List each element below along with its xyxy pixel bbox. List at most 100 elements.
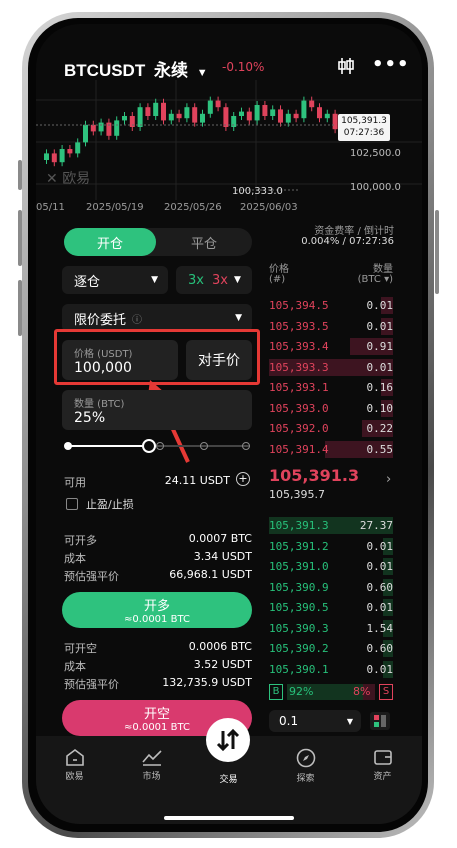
ask-row[interactable]: 105,393.3 0.01 [269,358,393,378]
row-qty: 0.55 [366,442,394,456]
nav-market[interactable]: 市场 [113,736,190,796]
bid-row[interactable]: 105,391.2 0.01 [269,537,393,557]
candle-body [207,100,213,114]
nav-home[interactable]: 欧易 [36,736,113,796]
precision-select[interactable]: 0.1 ▼ [269,710,361,732]
short-cost-value: 3.52 USDT [193,658,252,671]
candle-body [137,107,143,127]
order-type-select[interactable]: 限价委托 ⓘ ▼ [62,304,252,332]
buy-ratio-badge: B [269,684,283,700]
ask-row[interactable]: 105,393.4 0.91 [269,337,393,357]
bid-row[interactable]: 105,390.5 0.01 [269,598,393,618]
slider-tick-0 [64,442,72,450]
leverage-short: 3x [211,272,228,288]
add-funds-icon[interactable]: + [236,472,250,486]
highlight-box [54,329,260,385]
ask-row[interactable]: 105,393.5 0.01 [269,317,393,337]
candle-body [309,100,315,108]
tpsl-checkbox[interactable] [66,498,78,510]
row-qty: 0.60 [366,580,394,594]
home-indicator [164,816,294,820]
bid-row[interactable]: 105,390.1 0.01 [269,660,393,680]
candle-body [98,122,104,132]
candle-body [262,105,268,116]
phone-volume-up [18,210,22,266]
ask-row[interactable]: 105,391.4 0.55 [269,440,393,460]
long-liq-value: 66,968.1 USDT [169,568,252,581]
slider-tick-100 [242,442,250,450]
price-chart[interactable]: 105,391.3 07:27:36 102,500.0 100,000.0 1… [36,80,422,214]
row-price: 105,390.1 [269,662,329,676]
candle-body [215,100,221,108]
margin-mode-value: 逐仓 [74,274,101,290]
tpsl-label: 止盈/止损 [86,498,134,511]
long-liq-label: 预估强平价 [64,570,119,583]
trade-arrows-icon [206,718,250,762]
row-price: 105,390.5 [269,601,329,614]
candle-body [184,107,190,119]
wallet-icon [373,750,392,765]
candle-body [51,153,57,163]
leverage-select[interactable]: 3x 3x ▼ [176,266,252,294]
contract-type: 永续 [153,61,188,80]
ob-col-price: 价格 [269,264,289,275]
nav-home-label: 欧易 [65,772,84,782]
bid-row[interactable]: 105,390.2 0.60 [269,639,393,659]
bid-row[interactable]: 105,391.0 0.01 [269,557,393,577]
candle-body [324,113,330,119]
row-qty: 0.01 [366,601,394,614]
candle-body [145,107,151,116]
open-long-button[interactable]: 开多 ≈0.0001 BTC [62,592,252,628]
tab-open[interactable]: 开仓 [64,228,156,256]
orderbook-layout-icon[interactable] [370,712,390,730]
leverage-long: 3x [188,272,204,288]
chevron-down-icon: ▼ [235,313,242,323]
bid-row[interactable]: 105,390.3 1.54 [269,619,393,639]
ask-row[interactable]: 105,392.0 0.22 [269,419,393,439]
chevron-down-icon: ▼ [346,716,353,726]
candle-body [317,107,322,119]
row-qty: 0.10 [366,401,394,415]
nav-assets[interactable]: 资产 [344,736,421,796]
chevron-right-icon[interactable]: › [386,472,391,487]
quantity-input[interactable]: 数量 (BTC) 25% [62,390,252,430]
buy-sell-ratio: B 92% 8% S [269,684,393,700]
nav-trade[interactable]: 交易 [190,718,267,796]
more-dots-icon[interactable]: ••• [372,54,410,75]
pair-selector[interactable]: BTCUSDT 永续 ▼ [64,56,208,81]
open-long-sub: ≈0.0001 BTC [124,614,190,625]
last-price-tag-time: 07:27:36 [343,128,385,138]
nav-explore[interactable]: 探索 [267,736,344,796]
info-icon[interactable]: ⓘ [132,311,142,326]
bid-row[interactable]: 105,391.3 27.37 [269,516,393,536]
quantity-value: 25% [74,410,106,426]
row-price: 105,391.4 [269,442,329,456]
row-price: 105,391.3 [269,519,329,532]
candle-body [75,142,81,154]
bid-row[interactable]: 105,390.9 0.60 [269,578,393,598]
row-price: 105,390.9 [269,580,329,594]
slider-thumb[interactable] [142,439,156,453]
candlestick-icon[interactable] [336,56,356,76]
ob-col-qty-unit[interactable]: (BTC ▾) [326,274,393,285]
candle-body [200,113,205,123]
available-label: 可用 [64,476,86,489]
candle-body [59,149,65,163]
candle-body [161,102,166,121]
tab-close[interactable]: 平仓 [156,228,252,256]
row-qty: 0.01 [366,319,394,333]
candle-body [246,111,252,121]
ask-row[interactable]: 105,394.5 0.01 [269,296,393,316]
last-price-tag: 105,391.3 07:27:36 [338,114,390,141]
market-chart-icon [141,750,162,766]
ask-row[interactable]: 105,393.1 0.16 [269,378,393,398]
row-price: 105,392.0 [269,422,329,435]
quantity-slider[interactable] [64,438,252,454]
candle-body [67,149,73,154]
axis-price-upper: 102,500.0 [350,148,401,159]
margin-mode-select[interactable]: 逐仓 ▼ [62,266,168,294]
row-price: 105,393.5 [269,319,329,333]
short-liq-label: 预估强平价 [64,678,119,691]
ob-col-qty: 数量 [373,264,393,275]
ask-row[interactable]: 105,393.0 0.10 [269,399,393,419]
